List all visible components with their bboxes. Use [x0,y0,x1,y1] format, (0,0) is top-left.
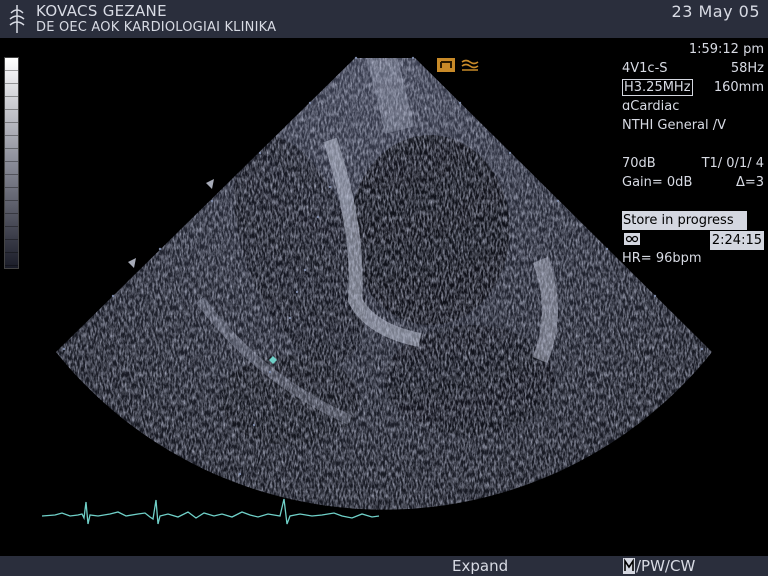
depth-marker-icon [128,258,136,268]
heart-rate: HR= 96bpm [622,251,702,266]
clock-time: 1:59:12 pm [688,42,764,57]
dynamic-range: 70dB [622,156,656,171]
gain: Gain= 0dB [622,175,693,190]
institution-name: DE OEC AOK KARDIOLOGIAI KLINIKA [36,20,277,35]
header-bar: KOVACS GEZANE DE OEC AOK KARDIOLOGIAI KL… [0,0,768,38]
mmode-icon [623,558,635,574]
t-setting: T1/ 0/1/ 4 [701,156,764,171]
logo-icon [9,5,25,33]
exam-date: 23 May 05 [671,2,760,21]
frame-rate: 58Hz [730,61,764,76]
tape-icon [624,233,640,245]
clip-time: 2:24:15 [709,231,764,250]
mode-selector[interactable]: /PW/CW [636,557,695,575]
frequency: H3.25MHz [622,79,693,96]
orientation-icon [437,58,479,72]
grayscale-bar [4,57,19,269]
parameter-panel: 1:59:12 pm 4V1c-S 58Hz H3.25MHz 160mm ɑC… [622,40,766,268]
expand-button[interactable]: Expand [452,557,508,575]
probe-name: 4V1c-S [622,61,668,76]
depth-marker-icon [206,179,214,189]
preset-name: Cardiac [630,99,680,114]
store-status: Store in progress [622,211,747,230]
depth: 160mm [713,80,764,95]
delta-setting: Δ=3 [735,175,764,190]
patient-name: KOVACS GEZANE [36,2,167,20]
preset-sub: NTHI General /V [622,118,727,133]
footer-bar: Expand /PW/CW [0,556,768,576]
